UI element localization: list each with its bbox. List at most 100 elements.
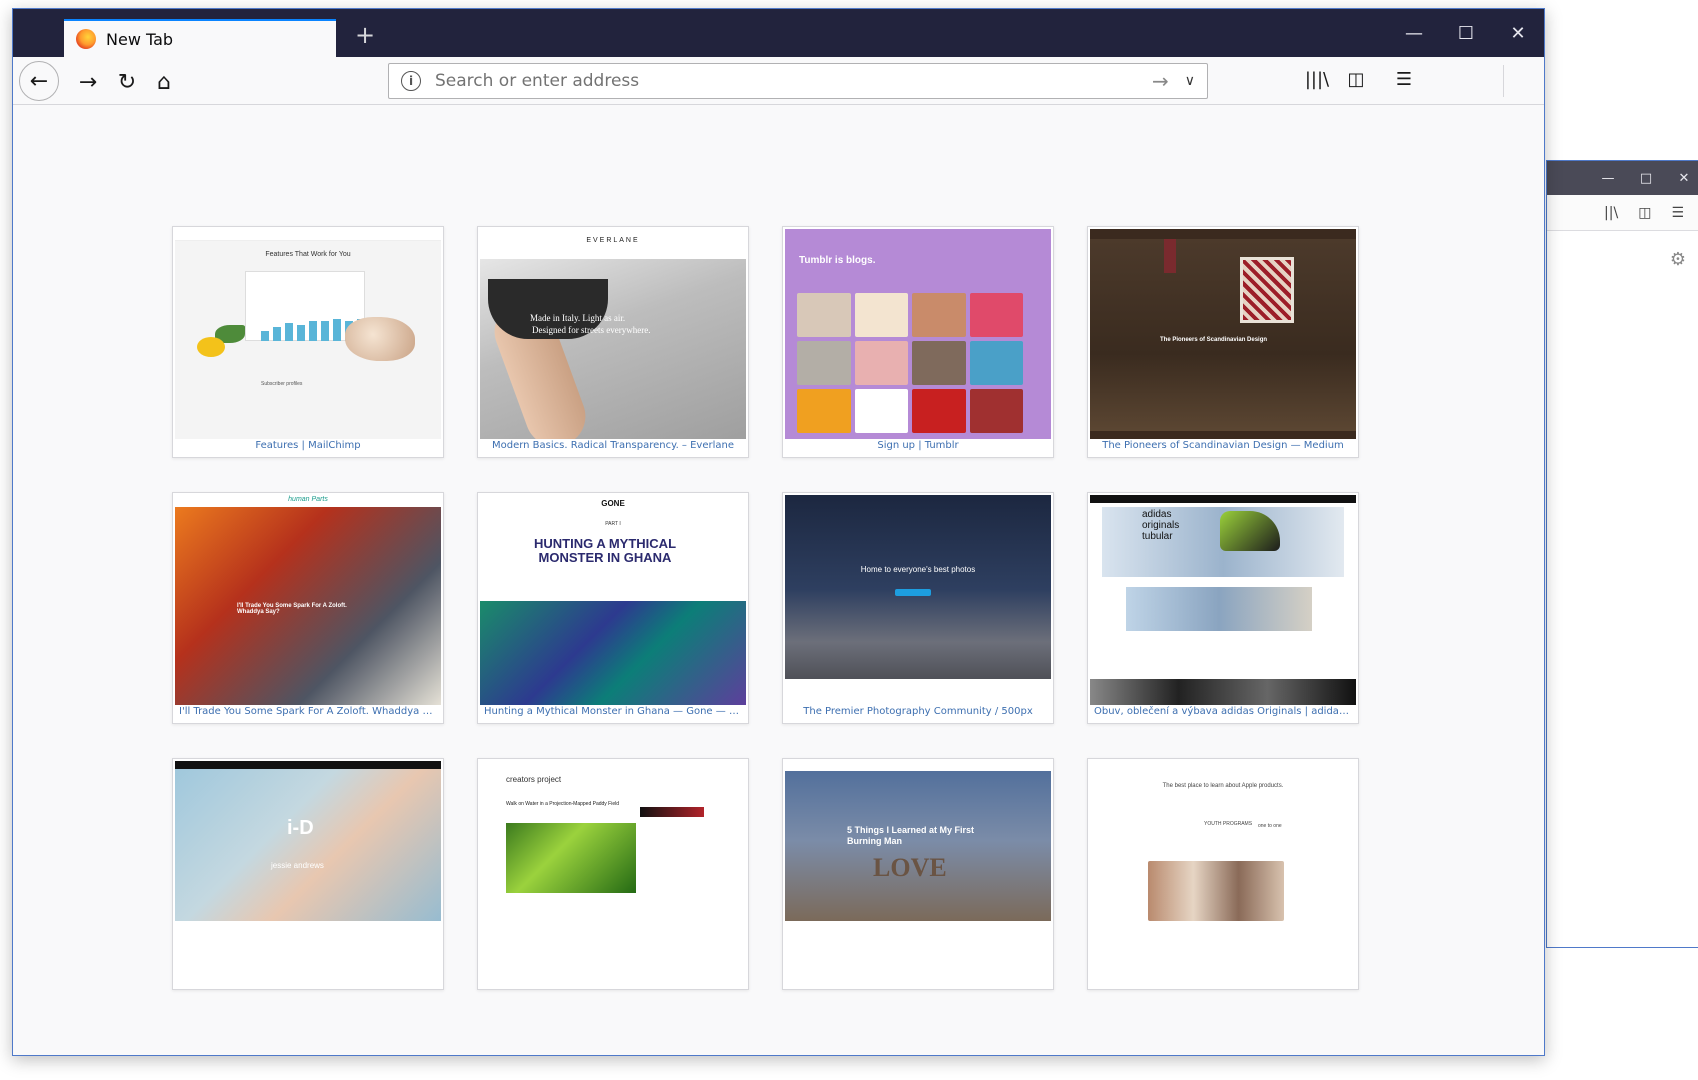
sidebar-icon[interactable]: ◫ [1638, 205, 1651, 221]
thumbnail-text: Home to everyone's best photos [785, 565, 1051, 574]
top-site-tile[interactable]: human Parts I'll Trade You Some Spark Fo… [172, 492, 444, 724]
top-site-tile[interactable]: Tumblr is blogs. Sign up | Tumblr [782, 226, 1054, 458]
site-title[interactable] [1088, 969, 1358, 987]
thumbnail-text: Subscriber profiles [261, 381, 302, 387]
thumbnail-text: Walk on Water in a Projection-Mapped Pad… [506, 801, 646, 807]
thumbnail-text: Tumblr is blogs. [799, 255, 875, 266]
site-thumbnail: human Parts I'll Trade You Some Spark Fo… [175, 495, 441, 705]
site-title[interactable] [783, 969, 1053, 987]
thumbnail-text: 5 Things I Learned at My First Burning M… [847, 825, 977, 847]
close-icon[interactable]: ✕ [1676, 171, 1692, 186]
thumbnail-text: adidas originals tubular [1142, 509, 1192, 542]
top-sites-grid: Features That Work for You Subscriber pr… [172, 226, 1359, 990]
background-window-titlebar: — □ ✕ [1547, 161, 1698, 195]
thumbnail-text: jessie andrews [271, 861, 324, 870]
tab-new-tab[interactable]: New Tab [64, 19, 336, 57]
thumbnail-text: Designed for streets everywhere. [532, 325, 650, 335]
forward-button[interactable]: → [71, 65, 105, 99]
thumbnail-text: The Pioneers of Scandinavian Design [1160, 337, 1267, 343]
library-icon[interactable]: ||\ [1604, 205, 1618, 221]
background-window-toolbar: ||\ ◫ ☰ [1547, 195, 1698, 231]
menu-button[interactable]: ☰ [1390, 69, 1418, 90]
top-site-tile[interactable]: GONE PART I HUNTING A MYTHICAL MONSTER I… [477, 492, 749, 724]
thumbnail-text: Features That Work for You [175, 251, 441, 258]
thumbnail-text: one to one [1258, 823, 1282, 829]
site-thumbnail: GONE PART I HUNTING A MYTHICAL MONSTER I… [480, 495, 746, 705]
new-tab-button[interactable]: + [351, 23, 379, 47]
minimize-icon[interactable]: — [1388, 23, 1440, 44]
thumbnail-text: LOVE [873, 853, 947, 883]
site-title[interactable]: Modern Basics. Radical Transparency. – E… [478, 437, 748, 455]
reload-button[interactable]: ↻ [110, 65, 144, 99]
info-icon[interactable]: i [401, 71, 421, 91]
top-site-tile[interactable]: Features That Work for You Subscriber pr… [172, 226, 444, 458]
background-window: — □ ✕ ||\ ◫ ☰ ⚙ [1546, 160, 1698, 948]
library-button[interactable]: |||\ [1303, 69, 1331, 90]
top-site-tile[interactable]: adidas originals tubular Obuv, oblečení … [1087, 492, 1359, 724]
toolbar-divider [1503, 65, 1504, 97]
firefox-logo-icon [76, 29, 96, 49]
top-site-tile[interactable]: creators project Walk on Water in a Proj… [477, 758, 749, 990]
site-thumbnail: Tumblr is blogs. [785, 229, 1051, 439]
site-thumbnail: creators project Walk on Water in a Proj… [480, 761, 746, 921]
site-thumbnail: i-D jessie andrews [175, 761, 441, 921]
arrow-left-icon: ← [30, 69, 48, 94]
top-site-tile[interactable]: The Pioneers of Scandinavian Design The … [1087, 226, 1359, 458]
thumbnail-text: human Parts [175, 496, 441, 503]
thumbnail-text: GONE [480, 499, 746, 508]
site-title[interactable]: Obuv, oblečení a výbava adidas Originals… [1088, 703, 1358, 721]
url-input[interactable]: Search or enter address [435, 71, 1152, 91]
site-thumbnail: Home to everyone's best photos [785, 495, 1051, 705]
site-title[interactable]: Features | MailChimp [173, 437, 443, 455]
thumbnail-text: Made in Italy. Light as air. [530, 313, 625, 323]
maximize-icon[interactable]: ☐ [1440, 23, 1492, 44]
sidebar-icon: ◫ [1347, 69, 1364, 90]
site-title[interactable] [478, 969, 748, 987]
chevron-down-icon[interactable]: ∨ [1185, 73, 1195, 89]
home-icon: ⌂ [157, 70, 171, 95]
top-site-tile[interactable]: i-D jessie andrews [172, 758, 444, 990]
site-title[interactable]: Sign up | Tumblr [783, 437, 1053, 455]
top-site-tile[interactable]: 5 Things I Learned at My First Burning M… [782, 758, 1054, 990]
top-site-tile[interactable]: Home to everyone's best photos The Premi… [782, 492, 1054, 724]
home-button[interactable]: ⌂ [147, 65, 181, 99]
site-title[interactable]: The Pioneers of Scandinavian Design — Me… [1088, 437, 1358, 455]
hamburger-menu-icon: ☰ [1396, 69, 1412, 90]
top-site-tile[interactable]: The best place to learn about Apple prod… [1087, 758, 1359, 990]
window-controls: — ☐ ✕ [1388, 9, 1544, 57]
thumbnail-text: I'll Trade You Some Spark For A Zoloft. … [237, 603, 367, 615]
reload-icon: ↻ [118, 70, 136, 95]
gear-icon[interactable]: ⚙ [1670, 249, 1686, 270]
back-button[interactable]: ← [19, 61, 59, 101]
thumbnail-text: creators project [506, 775, 561, 784]
thumbnail-text: EVERLANE [480, 237, 746, 244]
thumbnail-text: YOUTH PROGRAMS [1204, 821, 1252, 827]
site-thumbnail: 5 Things I Learned at My First Burning M… [785, 761, 1051, 921]
site-title[interactable]: Hunting a Mythical Monster in Ghana — Go… [478, 703, 748, 721]
titlebar: New Tab + — ☐ ✕ [13, 9, 1544, 57]
site-title[interactable] [173, 969, 443, 987]
url-bar[interactable]: i Search or enter address → ∨ [388, 63, 1208, 99]
site-title[interactable]: The Premier Photography Community / 500p… [783, 703, 1053, 721]
sidebar-button[interactable]: ◫ [1342, 69, 1370, 90]
hamburger-menu-icon[interactable]: ☰ [1671, 205, 1684, 221]
go-arrow-icon[interactable]: → [1152, 69, 1169, 93]
close-icon[interactable]: ✕ [1492, 23, 1544, 44]
arrow-right-icon: → [79, 70, 97, 95]
library-icon: |||\ [1305, 69, 1329, 90]
thumbnail-text: The best place to learn about Apple prod… [1090, 783, 1356, 789]
thumbnail-text: HUNTING A MYTHICAL MONSTER IN GHANA [530, 537, 680, 565]
maximize-icon[interactable]: □ [1638, 171, 1654, 186]
site-thumbnail: The Pioneers of Scandinavian Design [1090, 229, 1356, 439]
top-site-tile[interactable]: EVERLANE Made in Italy. Light as air. De… [477, 226, 749, 458]
minimize-icon[interactable]: — [1600, 171, 1616, 186]
site-title[interactable]: I'll Trade You Some Spark For A Zoloft. … [173, 703, 443, 721]
site-thumbnail: Features That Work for You Subscriber pr… [175, 229, 441, 439]
site-thumbnail: adidas originals tubular [1090, 495, 1356, 705]
site-thumbnail: The best place to learn about Apple prod… [1090, 761, 1356, 921]
site-thumbnail: EVERLANE Made in Italy. Light as air. De… [480, 229, 746, 439]
navigation-toolbar: ← → ↻ ⌂ i Search or enter address → ∨ ||… [13, 57, 1544, 105]
tab-title: New Tab [106, 30, 173, 49]
thumbnail-text: i-D [287, 817, 314, 840]
thumbnail-text: PART I [480, 521, 746, 527]
